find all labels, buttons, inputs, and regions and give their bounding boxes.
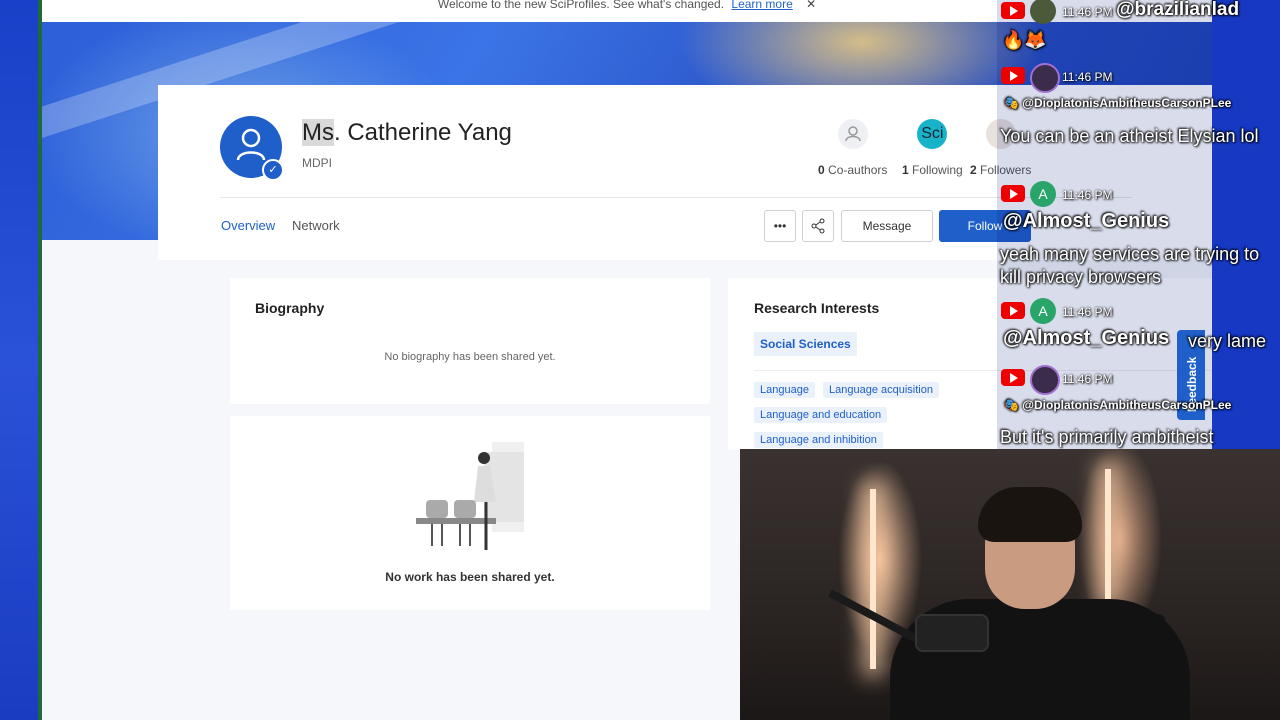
youtube-icon <box>1001 302 1025 319</box>
works-empty: No work has been shared yet. <box>385 570 555 584</box>
youtube-icon <box>1001 2 1025 19</box>
biography-empty: No biography has been shared yet. <box>384 351 556 363</box>
chat-username-text: @DioplatonisAmbitheusCarsonPLee <box>1022 96 1232 110</box>
chat-avatar <box>1030 365 1060 395</box>
primary-interest-chip[interactable]: Social Sciences <box>754 332 857 356</box>
microphone <box>915 614 989 652</box>
chat-username: @Almost_Genius <box>1003 210 1170 232</box>
biography-title: Biography <box>255 300 325 316</box>
interest-tag[interactable]: Language <box>754 382 815 398</box>
interest-tag[interactable]: Language and inhibition <box>754 432 883 448</box>
biography-panel: Biography No biography has been shared y… <box>230 278 710 404</box>
coauthor-avatar-icon <box>837 119 868 149</box>
led-light-bar <box>870 489 876 669</box>
chat-message: But it's primarily ambitheist <box>1000 427 1214 447</box>
learn-more-link[interactable]: Learn more <box>731 0 792 11</box>
tab-network[interactable]: Network <box>292 218 340 233</box>
chat-time: 11:46 PM <box>1062 5 1113 19</box>
user-icon <box>236 128 266 161</box>
research-title: Research Interests <box>754 300 880 316</box>
coauthors-label: Co-authors <box>828 163 888 177</box>
name-text: . Catherine Yang <box>334 119 512 146</box>
profile-name: Ms. Catherine Yang <box>302 119 512 147</box>
works-panel: No work has been shared yet. <box>230 416 710 610</box>
chat-message: very lame <box>1188 331 1267 351</box>
youtube-icon <box>1001 185 1025 202</box>
chat-time: 11:46 PM <box>1062 70 1113 84</box>
interest-tag[interactable]: Language acquisition <box>823 382 939 398</box>
more-options-button[interactable]: ••• <box>764 210 796 242</box>
verified-check-icon: ✓ <box>262 159 284 181</box>
chat-time: 11:46 PM <box>1062 372 1113 386</box>
webcam-feed <box>740 449 1280 720</box>
followers-count: 2 <box>970 163 977 177</box>
desktop-left-edge <box>0 0 42 720</box>
chat-avatar: A <box>1030 181 1056 207</box>
sci-logo-icon: Sci <box>917 119 948 149</box>
following-stat[interactable]: Sci 1 Following <box>902 119 963 177</box>
youtube-icon <box>1001 67 1025 84</box>
header-divider <box>220 197 1132 198</box>
affiliation: MDPI <box>302 156 332 170</box>
share-button[interactable] <box>802 210 834 242</box>
tab-overview[interactable]: Overview <box>221 218 275 233</box>
empty-state-illustration <box>416 442 524 550</box>
chat-message: You can be an atheist Elysian lol <box>1000 126 1259 146</box>
streamer-hair <box>978 487 1082 542</box>
chat-time: 11:46 PM <box>1062 188 1113 202</box>
following-count: 1 <box>902 163 909 177</box>
chat-message: yeah many services are trying to kill pr… <box>1000 244 1260 287</box>
youtube-icon <box>1001 369 1025 386</box>
coauthors-count: 0 <box>818 163 825 177</box>
chat-username: 🎭 @DioplatonisAmbitheusCarsonPLee <box>1004 96 1232 110</box>
close-icon[interactable]: ✕ <box>806 0 816 11</box>
chat-emoji: 🔥🦊 <box>1002 30 1047 50</box>
coauthors-stat[interactable]: 0 Co-authors <box>818 119 887 177</box>
chat-username-text: @DioplatonisAmbitheusCarsonPLee <box>1022 398 1232 412</box>
share-icon <box>811 218 825 234</box>
name-title: Ms <box>302 119 334 146</box>
chat-username: @Almost_Genius <box>1003 327 1170 349</box>
announcement-text: Welcome to the new SciProfiles. See what… <box>437 0 725 11</box>
led-light-bar <box>1105 469 1111 599</box>
chat-avatar <box>1030 63 1060 93</box>
chat-username: 🎭 @DioplatonisAmbitheusCarsonPLee <box>1004 398 1232 412</box>
following-label: Following <box>912 163 963 177</box>
chat-time: 11:46 PM <box>1062 305 1113 319</box>
chat-username: @brazilianlad <box>1116 0 1240 20</box>
message-button[interactable]: Message <box>841 210 933 242</box>
interest-tag[interactable]: Language and education <box>754 407 888 423</box>
chat-avatar: A <box>1030 298 1056 324</box>
